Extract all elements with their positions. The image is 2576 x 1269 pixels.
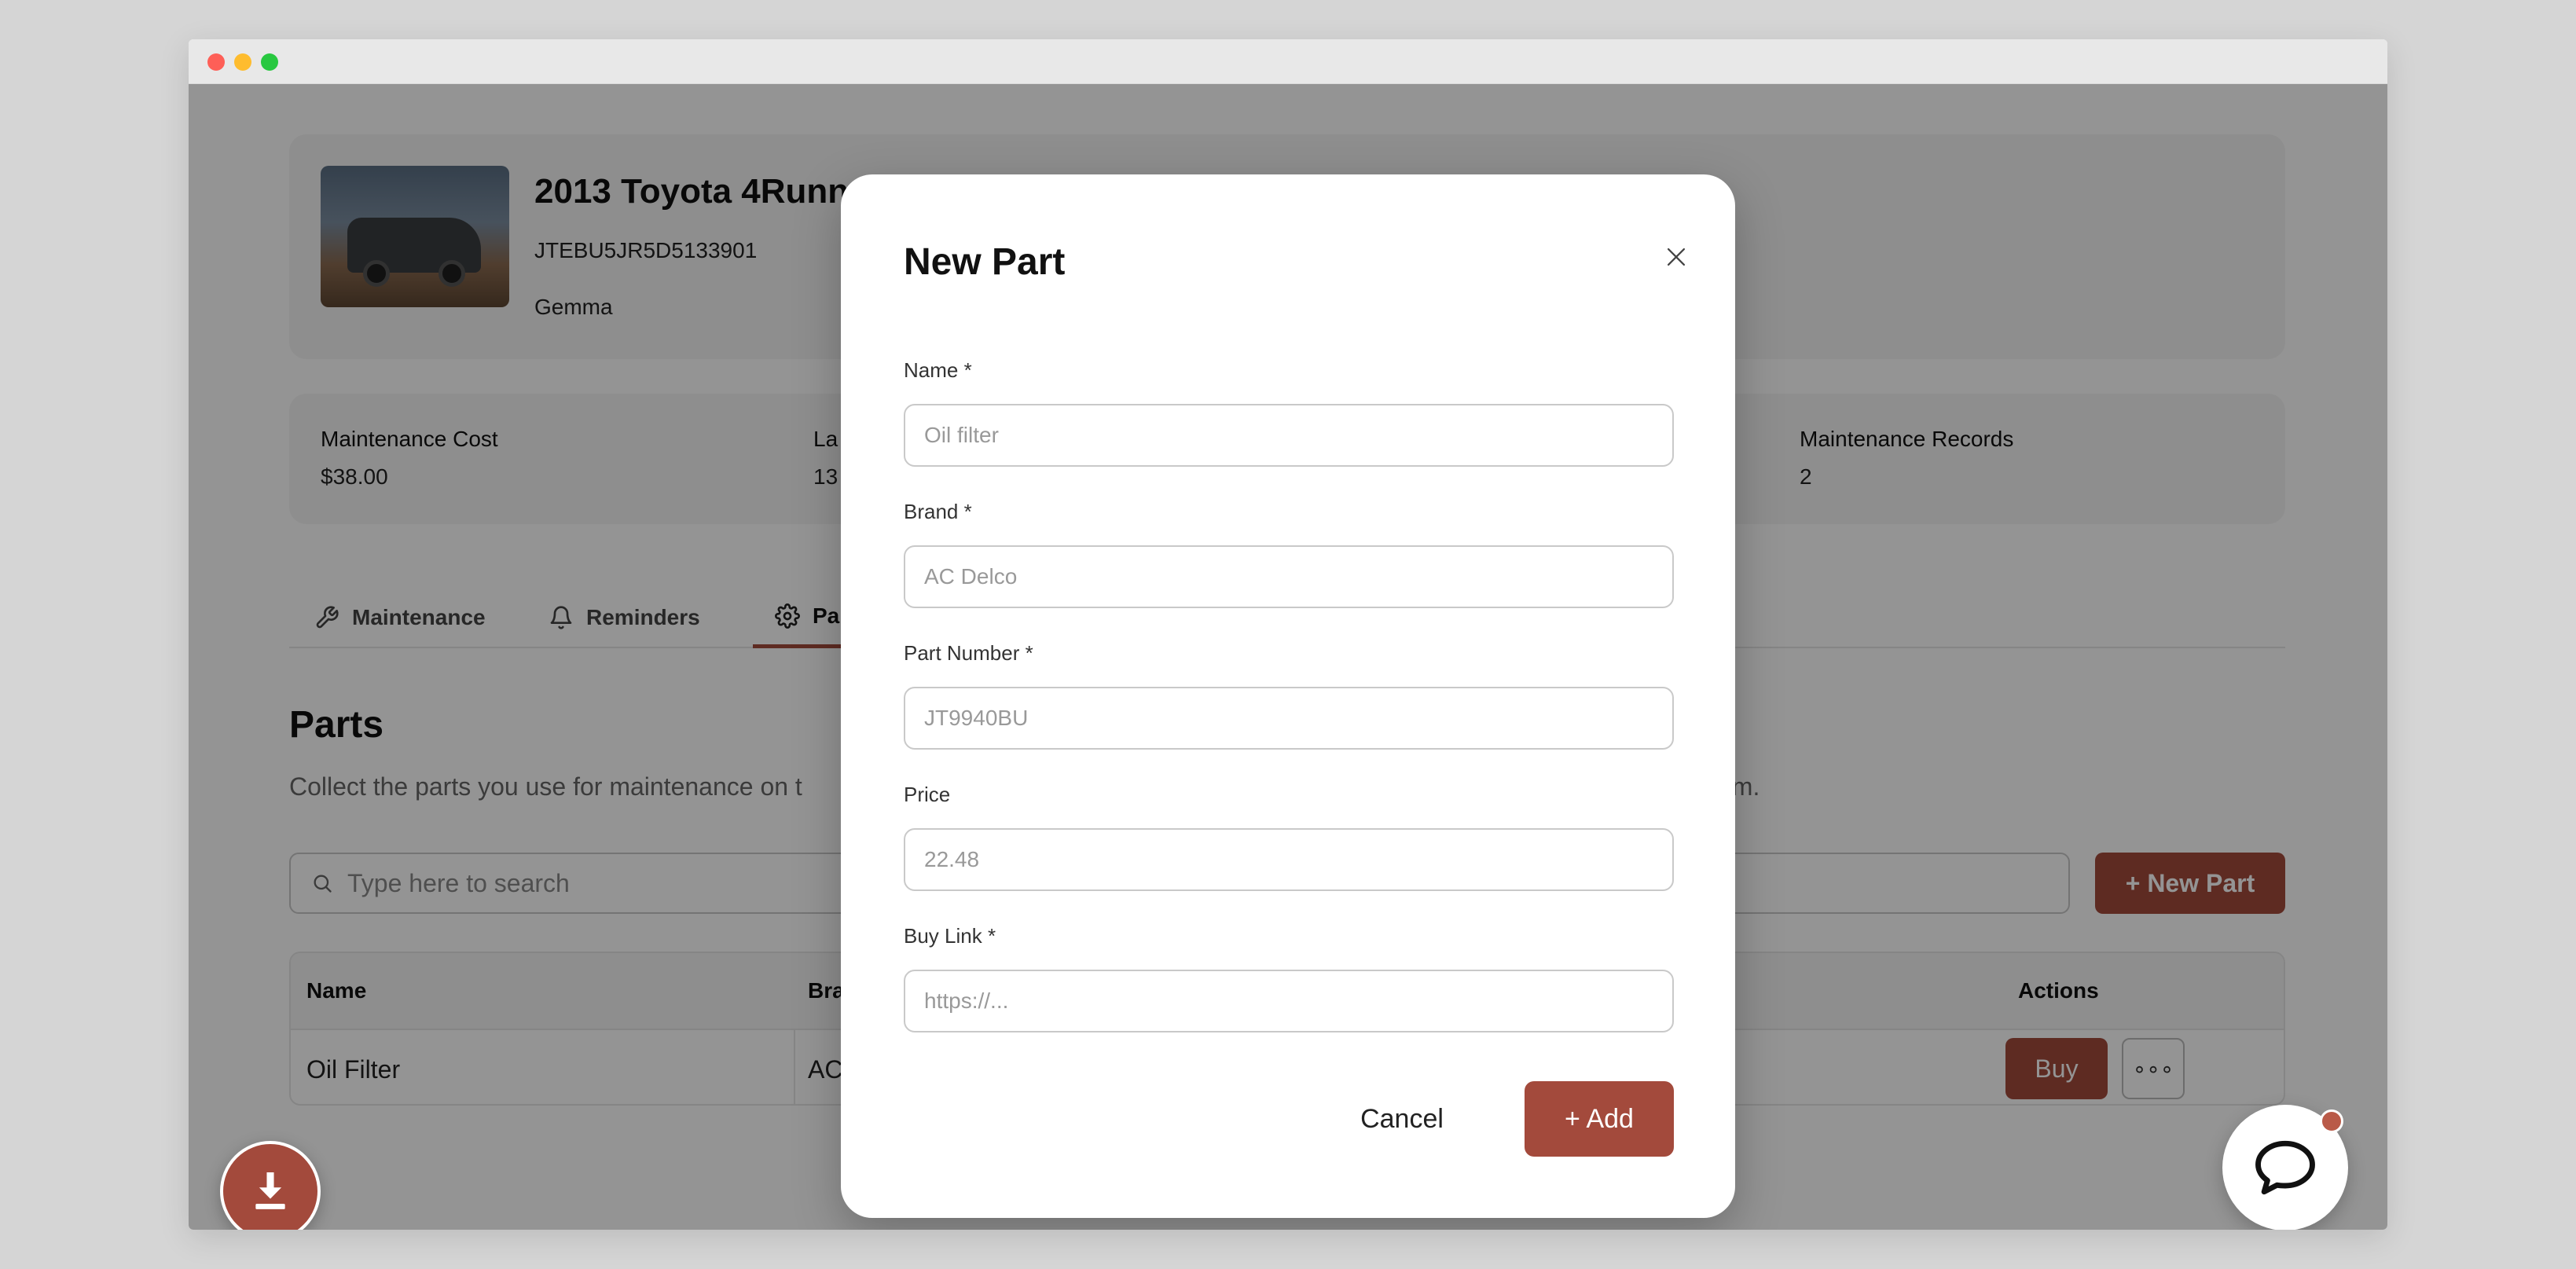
chat-icon — [2255, 1140, 2315, 1195]
maximize-window-button[interactable] — [261, 53, 278, 71]
buy-link-label: Buy Link * — [904, 924, 996, 948]
minimize-window-button[interactable] — [234, 53, 251, 71]
modal-close-button[interactable] — [1655, 236, 1697, 278]
app-content: 2013 Toyota 4Runner JTEBU5JR5D5133901 Ge… — [189, 84, 2387, 1230]
name-field[interactable] — [904, 404, 1674, 467]
buy-link-field[interactable] — [904, 970, 1674, 1032]
download-icon — [255, 1172, 285, 1209]
new-part-modal: New Part Name * Brand * Part Number * Pr… — [841, 174, 1735, 1218]
price-field[interactable] — [904, 828, 1674, 891]
chat-notification-badge — [2320, 1109, 2343, 1133]
part-number-field[interactable] — [904, 687, 1674, 750]
price-label: Price — [904, 783, 951, 806]
title-bar — [189, 39, 2387, 84]
close-icon — [1667, 248, 1686, 266]
brand-label: Brand * — [904, 500, 972, 523]
brand-field[interactable] — [904, 545, 1674, 608]
name-label: Name * — [904, 358, 972, 382]
close-window-button[interactable] — [207, 53, 225, 71]
add-button[interactable]: + Add — [1525, 1081, 1674, 1157]
browser-window: 2013 Toyota 4Runner JTEBU5JR5D5133901 Ge… — [189, 39, 2387, 1230]
cancel-button[interactable]: Cancel — [1323, 1081, 1481, 1157]
modal-title: New Part — [904, 241, 1066, 283]
part-number-label: Part Number * — [904, 641, 1033, 665]
